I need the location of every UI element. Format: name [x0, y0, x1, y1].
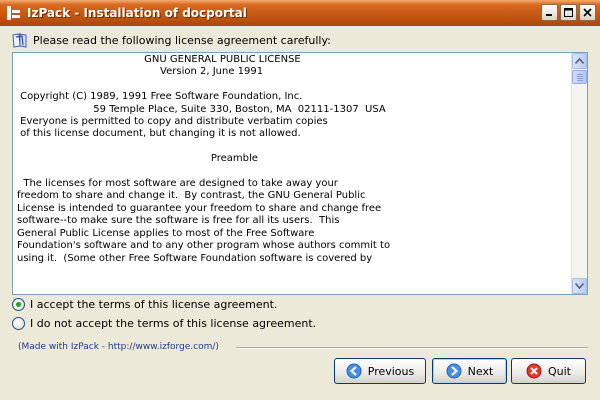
license-line: using it. (Some other Free Software Foun…: [17, 252, 373, 264]
next-label: Next: [467, 364, 494, 378]
decline-option[interactable]: I do not accept the terms of this licens…: [12, 315, 316, 331]
previous-button[interactable]: Previous: [334, 358, 426, 384]
minimize-button[interactable]: [541, 4, 558, 21]
scroll-up-button[interactable]: [572, 53, 587, 69]
close-icon: [583, 8, 592, 17]
prompt-text: Please read the following license agreem…: [33, 33, 331, 47]
license-line: License is intended to guarantee your fr…: [17, 202, 382, 214]
license-line: Everyone is permitted to copy and distri…: [17, 116, 328, 128]
accept-radio[interactable]: [12, 297, 25, 311]
quit-label: Quit: [548, 364, 571, 378]
decline-radio[interactable]: [12, 316, 25, 330]
arrow-left-icon: [346, 363, 362, 379]
license-line: [17, 141, 573, 153]
arrow-right-icon: [446, 363, 462, 379]
license-line: General Public License applies to most o…: [17, 227, 315, 239]
made-with-izpack-label: (Made with IzPack - http://www.izforge.c…: [18, 342, 219, 352]
license-line: [17, 166, 573, 178]
decline-label[interactable]: I do not accept the terms of this licens…: [30, 317, 316, 330]
accept-label[interactable]: I accept the terms of this license agree…: [30, 298, 277, 311]
license-line: software--to make sure the software is f…: [17, 215, 340, 227]
license-text[interactable]: GNU GENERAL PUBLIC LICENSE Version 2, Ju…: [13, 53, 573, 294]
license-scrollbar[interactable]: [571, 53, 587, 294]
license-line: [17, 79, 573, 91]
window-title: IzPack - Installation of docportal: [27, 6, 247, 20]
footer-separator: [236, 347, 588, 349]
scroll-down-button[interactable]: [572, 278, 587, 294]
izpack-app-icon: [5, 5, 21, 21]
maximize-button[interactable]: [560, 4, 577, 21]
close-button[interactable]: [579, 4, 596, 21]
license-line: 59 Temple Place, Suite 330, Boston, MA 0…: [17, 103, 386, 115]
license-prompt: Please read the following license agreem…: [11, 31, 331, 49]
license-line: Foundation's software and to any other p…: [17, 240, 391, 252]
license-line: Version 2, June 1991: [17, 66, 264, 78]
maximize-icon: [564, 8, 573, 17]
license-line: of this license document, but changing i…: [17, 128, 301, 140]
license-line: Preamble: [17, 153, 258, 165]
arrow-down-icon: [575, 283, 584, 289]
quit-button[interactable]: Quit: [511, 358, 586, 384]
accept-option[interactable]: I accept the terms of this license agree…: [12, 296, 277, 312]
previous-label: Previous: [367, 364, 415, 378]
scroll-thumb[interactable]: [572, 70, 587, 84]
book-icon: [12, 33, 27, 48]
next-button[interactable]: Next: [432, 358, 507, 384]
stop-icon: [526, 363, 542, 379]
title-bar[interactable]: IzPack - Installation of docportal: [0, 0, 600, 26]
license-line: The licenses for most software are desig…: [17, 178, 338, 190]
license-line: GNU GENERAL PUBLIC LICENSE: [17, 54, 301, 65]
minimize-icon: [546, 14, 552, 16]
arrow-up-icon: [575, 58, 584, 64]
license-text-area[interactable]: GNU GENERAL PUBLIC LICENSE Version 2, Ju…: [12, 52, 588, 295]
license-line: Copyright (C) 1989, 1991 Free Software F…: [17, 91, 303, 103]
license-line: freedom to share and change it. By contr…: [17, 190, 366, 202]
